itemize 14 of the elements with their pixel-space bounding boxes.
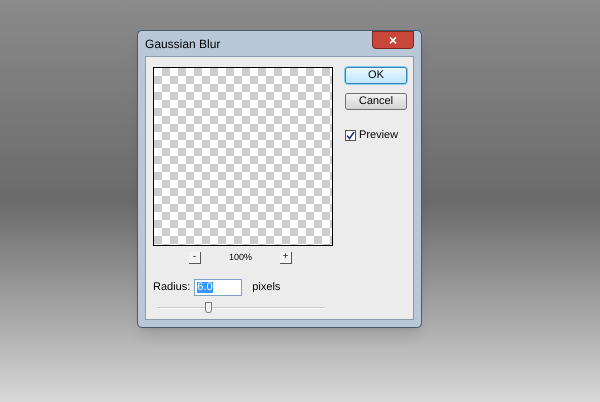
unit-label: pixels xyxy=(252,280,280,295)
dialog-button[interactable]: OK xyxy=(345,67,407,84)
zoom-in-button[interactable]: + xyxy=(280,252,292,264)
preview-label: Preview xyxy=(359,128,398,143)
zoom-level: 100% xyxy=(228,251,252,264)
close-button[interactable]: × xyxy=(372,31,414,49)
checkmark-icon xyxy=(346,130,355,140)
preview-checkbox[interactable] xyxy=(345,130,356,141)
radius-label: Radius: xyxy=(153,280,190,295)
slider-thumb[interactable] xyxy=(205,302,212,312)
dialog-button[interactable]: Cancel xyxy=(345,93,407,110)
zoom-out-button[interactable]: - xyxy=(188,252,201,264)
radius-slider[interactable] xyxy=(157,302,325,314)
window-title: Gaussian Blur xyxy=(145,36,220,52)
